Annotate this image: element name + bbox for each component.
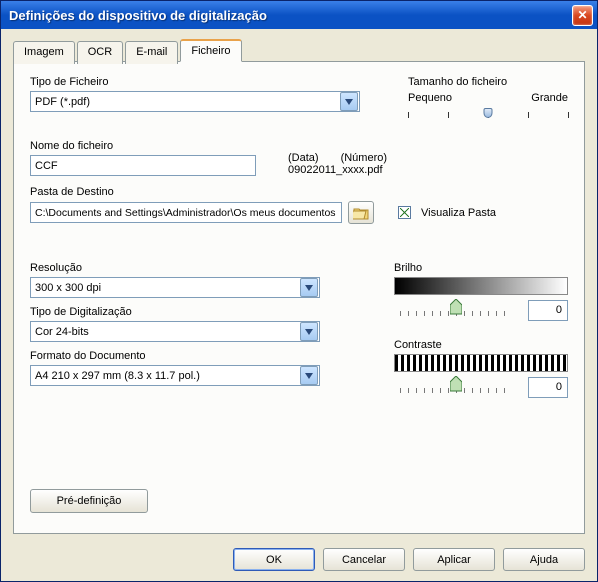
brightness-gradient bbox=[394, 277, 568, 295]
resolution-label: Resolução bbox=[30, 262, 370, 274]
scan-type-label: Tipo de Digitalização bbox=[30, 306, 370, 318]
contrast-slider[interactable] bbox=[394, 376, 518, 398]
file-type-value: PDF (*.pdf) bbox=[31, 96, 339, 108]
dialog-button-bar: OK Cancelar Aplicar Ajuda bbox=[1, 540, 597, 581]
titlebar: Definições do dispositivo de digitalizaç… bbox=[1, 1, 597, 29]
browse-folder-button[interactable] bbox=[348, 201, 374, 224]
sample-filename: 09022011_xxxx.pdf bbox=[288, 164, 387, 176]
dest-folder-input[interactable]: C:\Documents and Settings\Administrador\… bbox=[30, 202, 342, 223]
slider-thumb-icon bbox=[484, 108, 493, 118]
chevron-down-icon bbox=[300, 322, 318, 341]
scan-type-select[interactable]: Cor 24-bits bbox=[30, 321, 320, 342]
brightness-value: 0 bbox=[556, 304, 562, 316]
window-title: Definições do dispositivo de digitalizaç… bbox=[9, 8, 572, 23]
tab-label: E-mail bbox=[136, 46, 167, 58]
file-size-label: Tamanho do ficheiro bbox=[408, 76, 568, 88]
doc-format-value: A4 210 x 297 mm (8.3 x 11.7 pol.) bbox=[31, 370, 299, 382]
filename-input[interactable]: CCF bbox=[30, 155, 256, 176]
size-large-label: Grande bbox=[531, 92, 568, 104]
file-type-select[interactable]: PDF (*.pdf) bbox=[30, 91, 360, 112]
help-button[interactable]: Ajuda bbox=[503, 548, 585, 571]
button-label: OK bbox=[266, 554, 282, 566]
date-header: (Data) bbox=[288, 152, 319, 164]
dest-folder-value: C:\Documents and Settings\Administrador\… bbox=[35, 207, 336, 219]
apply-button[interactable]: Aplicar bbox=[413, 548, 495, 571]
filename-value: CCF bbox=[35, 160, 58, 172]
tab-label: Imagem bbox=[24, 46, 64, 58]
button-label: Ajuda bbox=[530, 554, 558, 566]
tab-bar: Imagem OCR E-mail Ficheiro bbox=[13, 39, 585, 62]
scan-type-value: Cor 24-bits bbox=[31, 326, 299, 338]
ok-button[interactable]: OK bbox=[233, 548, 315, 571]
file-type-label: Tipo de Ficheiro bbox=[30, 76, 392, 88]
brightness-value-input[interactable]: 0 bbox=[528, 300, 568, 321]
dest-folder-label: Pasta de Destino bbox=[30, 186, 568, 198]
contrast-value-input[interactable]: 0 bbox=[528, 377, 568, 398]
brightness-slider[interactable] bbox=[394, 299, 518, 321]
size-small-label: Pequeno bbox=[408, 92, 452, 104]
client-area: Imagem OCR E-mail Ficheiro Tipo de Fiche… bbox=[1, 29, 597, 540]
predefinition-label: Pré-definição bbox=[57, 495, 122, 507]
chevron-down-icon bbox=[340, 92, 358, 111]
contrast-value: 0 bbox=[556, 381, 562, 393]
folder-icon bbox=[353, 206, 369, 220]
tab-panel-ficheiro: Tipo de Ficheiro PDF (*.pdf) Tamanho do … bbox=[13, 61, 585, 534]
tab-email[interactable]: E-mail bbox=[125, 41, 178, 64]
tab-ocr[interactable]: OCR bbox=[77, 41, 123, 64]
button-label: Aplicar bbox=[437, 554, 471, 566]
number-header: (Número) bbox=[341, 152, 387, 164]
chevron-down-icon bbox=[300, 366, 318, 385]
view-folder-label: Visualiza Pasta bbox=[421, 207, 496, 219]
contrast-label: Contraste bbox=[394, 339, 568, 351]
slider-thumb-icon bbox=[450, 376, 462, 392]
view-folder-checkbox[interactable] bbox=[398, 206, 411, 219]
tab-label: OCR bbox=[88, 46, 112, 58]
tab-label: Ficheiro bbox=[191, 45, 230, 57]
tab-imagem[interactable]: Imagem bbox=[13, 41, 75, 64]
button-label: Cancelar bbox=[342, 554, 386, 566]
file-size-slider[interactable] bbox=[408, 112, 568, 128]
contrast-stripes bbox=[394, 354, 568, 372]
filename-label: Nome do ficheiro bbox=[30, 140, 258, 152]
doc-format-select[interactable]: A4 210 x 297 mm (8.3 x 11.7 pol.) bbox=[30, 365, 320, 386]
predefinition-button[interactable]: Pré-definição bbox=[30, 489, 148, 513]
cancel-button[interactable]: Cancelar bbox=[323, 548, 405, 571]
tab-ficheiro[interactable]: Ficheiro bbox=[180, 39, 241, 62]
chevron-down-icon bbox=[300, 278, 318, 297]
brightness-label: Brilho bbox=[394, 262, 568, 274]
resolution-select[interactable]: 300 x 300 dpi bbox=[30, 277, 320, 298]
resolution-value: 300 x 300 dpi bbox=[31, 282, 299, 294]
doc-format-label: Formato do Documento bbox=[30, 350, 370, 362]
close-button[interactable]: ✕ bbox=[572, 5, 593, 26]
slider-thumb-icon bbox=[450, 299, 462, 315]
dialog-window: Definições do dispositivo de digitalizaç… bbox=[0, 0, 598, 582]
close-icon: ✕ bbox=[577, 8, 587, 22]
